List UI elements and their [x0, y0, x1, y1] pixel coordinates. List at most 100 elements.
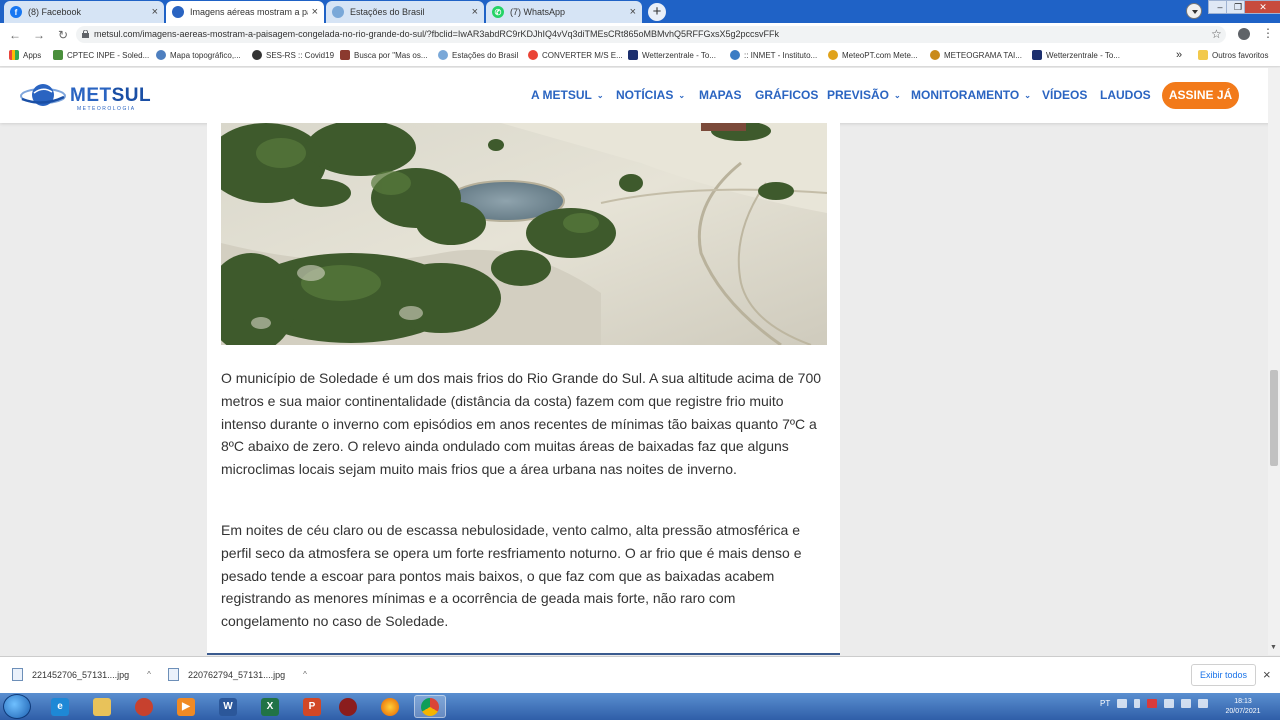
start-button[interactable]: [3, 694, 31, 719]
bookmark-item[interactable]: Estações do Brasil: [438, 50, 518, 60]
nav-videos[interactable]: VÍDEOS: [1042, 88, 1087, 102]
tab-metsul[interactable]: Imagens aéreas mostram a paisagem ×: [166, 1, 324, 23]
downloads-bar: 221452706_57131....jpg ^ 220762794_57131…: [0, 656, 1280, 693]
download-item[interactable]: 221452706_57131....jpg ^: [12, 668, 151, 681]
taskbar-powerpoint[interactable]: P: [296, 695, 328, 718]
stations-icon: [332, 6, 344, 18]
keyboard-icon[interactable]: [1117, 699, 1128, 708]
flag-icon[interactable]: [1147, 699, 1158, 708]
meteopt-icon: [828, 50, 838, 60]
download-item[interactable]: 220762794_57131....jpg ^: [168, 668, 307, 681]
scroll-down-icon[interactable]: ▼: [1270, 644, 1277, 651]
facebook-icon: f: [10, 6, 22, 18]
chevron-up-icon[interactable]: ^: [303, 670, 307, 679]
taskbar-app[interactable]: [332, 695, 364, 718]
bookmark-item[interactable]: CPTEC INPE - Soled...: [53, 50, 149, 60]
bookmark-item[interactable]: Wetterzentrale - To...: [1032, 50, 1120, 60]
reload-icon[interactable]: ↻: [54, 28, 72, 42]
nav-monitoramento[interactable]: MONITORAMENTO ⌄: [911, 88, 1031, 102]
forward-icon[interactable]: →: [30, 28, 48, 42]
new-tab-button[interactable]: +: [648, 3, 666, 21]
system-clock[interactable]: 18:13 20/07/2021: [1222, 697, 1264, 717]
ie-icon: e: [51, 697, 69, 716]
taskbar-ie[interactable]: e: [44, 695, 76, 718]
back-icon[interactable]: ←: [6, 28, 24, 42]
other-bookmarks-folder[interactable]: Outros favoritos: [1198, 50, 1268, 60]
close-downloads-icon[interactable]: ×: [1263, 667, 1271, 682]
taskbar-excel[interactable]: X: [254, 695, 286, 718]
nav-previsao[interactable]: PREVISÃO ⌄: [827, 88, 901, 102]
nav-a-metsul[interactable]: A METSUL ⌄: [531, 88, 604, 102]
tab-strip: f (8) Facebook × Imagens aéreas mostram …: [0, 0, 1280, 23]
tab-title: Imagens aéreas mostram a paisagem: [190, 7, 308, 17]
network-icon[interactable]: [1164, 699, 1175, 708]
image-file-icon: [168, 668, 179, 681]
article-paragraph: O município de Soledade é um dos mais fr…: [221, 370, 822, 478]
taskbar-firefox[interactable]: [374, 695, 406, 718]
tab-search-icon[interactable]: [1186, 3, 1202, 19]
language-indicator[interactable]: PT: [1100, 699, 1110, 708]
tab-whatsapp[interactable]: ✆ (7) WhatsApp ×: [486, 1, 642, 23]
taskbar-chrome[interactable]: [414, 695, 446, 718]
tab-estacoes[interactable]: Estações do Brasil ×: [326, 1, 484, 23]
download-filename: 220762794_57131....jpg: [188, 669, 286, 680]
volume-icon[interactable]: [1181, 699, 1192, 708]
nav-mapas[interactable]: MAPAS: [699, 88, 741, 102]
bookmark-item[interactable]: Wetterzentrale - To...: [628, 50, 716, 60]
image-file-icon: [12, 668, 23, 681]
more-bookmarks-button[interactable]: »: [1176, 49, 1182, 61]
bookmark-item[interactable]: MeteoPT.com Mete...: [828, 50, 918, 60]
page-scrollbar[interactable]: [1268, 68, 1280, 655]
close-tab-icon[interactable]: ×: [312, 6, 318, 18]
chevron-down-icon: ⌄: [596, 90, 604, 100]
tab-title: (7) WhatsApp: [510, 7, 566, 17]
chevron-up-icon[interactable]: ^: [147, 670, 151, 679]
bookmark-item[interactable]: CONVERTER M/S E...: [528, 50, 623, 60]
clock-date: 20/07/2021: [1225, 708, 1261, 715]
nav-noticias[interactable]: NOTÍCIAS ⌄: [616, 88, 685, 102]
wetterzentrale-icon: [1032, 50, 1042, 60]
address-bar[interactable]: metsul.com/imagens-aereas-mostram-a-pais…: [76, 26, 1226, 43]
apps-grid-icon: [9, 50, 19, 60]
logo-wordmark: METSUL: [70, 85, 152, 106]
window-close-button[interactable]: ✕: [1244, 0, 1280, 14]
show-all-downloads-button[interactable]: Exibir todos: [1191, 664, 1256, 686]
notification-icon[interactable]: [1198, 699, 1209, 708]
browser-toolbar: ← → ↻ metsul.com/imagens-aereas-mostram-…: [0, 23, 1280, 46]
bookmark-item[interactable]: Busca por "Mas os...: [340, 50, 428, 60]
bookmark-item[interactable]: Mapa topográfico,...: [156, 50, 241, 60]
article-divider: [207, 653, 840, 655]
tab-title: (8) Facebook: [28, 7, 82, 17]
nav-graficos[interactable]: GRÁFICOS: [755, 88, 818, 102]
bookmark-item[interactable]: :: INMET - Instituto...: [730, 50, 817, 60]
arrow-icon[interactable]: [1134, 699, 1141, 708]
close-tab-icon[interactable]: ×: [630, 6, 636, 18]
taskbar-app[interactable]: [128, 695, 160, 718]
browser-menu-icon[interactable]: ⋮: [1262, 26, 1274, 40]
close-tab-icon[interactable]: ×: [472, 6, 478, 18]
bookmark-item[interactable]: METEOGRAMA TAI...: [930, 50, 1022, 60]
article-paragraph: Em noites de céu claro ou de escassa neb…: [221, 522, 802, 630]
globe-icon: [252, 50, 262, 60]
tab-facebook[interactable]: f (8) Facebook ×: [4, 1, 164, 23]
bookmark-star-icon[interactable]: ☆: [1211, 27, 1222, 41]
subscribe-button[interactable]: ASSINE JÁ: [1162, 82, 1239, 109]
nav-laudos[interactable]: LAUDOS: [1100, 88, 1151, 102]
taskbar-explorer[interactable]: [86, 695, 118, 718]
bookmark-item[interactable]: SES-RS :: Covid19: [252, 50, 334, 60]
powerpoint-icon: P: [303, 697, 321, 716]
system-tray: PT: [1100, 699, 1209, 708]
taskbar-word[interactable]: W: [212, 695, 244, 718]
media-player-icon: ▶: [177, 697, 195, 716]
app-icon: [339, 697, 357, 716]
google-icon: [528, 50, 538, 60]
bookmark-item[interactable]: Apps: [9, 50, 41, 60]
excel-icon: X: [261, 697, 279, 716]
scrollbar-thumb[interactable]: [1270, 370, 1278, 466]
lock-icon: [82, 30, 89, 38]
folder-icon: [1198, 50, 1208, 60]
account-icon[interactable]: [1238, 28, 1250, 40]
stations-icon: [438, 50, 448, 60]
taskbar-media[interactable]: ▶: [170, 695, 202, 718]
close-tab-icon[interactable]: ×: [152, 6, 158, 18]
